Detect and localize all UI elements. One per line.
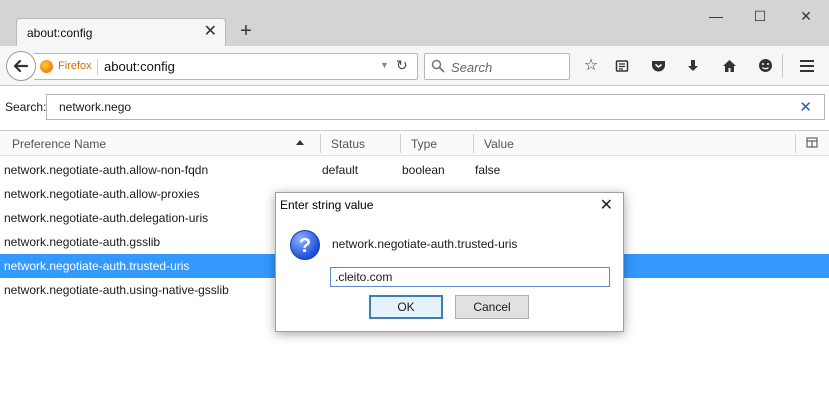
column-splitter[interactable] <box>795 134 796 153</box>
bookmark-star-icon[interactable]: ☆ <box>580 55 602 77</box>
cancel-button[interactable]: Cancel <box>455 295 529 319</box>
search-placeholder: Search <box>451 60 493 75</box>
column-splitter[interactable] <box>320 134 321 153</box>
pref-value: false <box>475 163 501 177</box>
dialog-close-icon[interactable]: ✕ <box>600 195 613 215</box>
tab-strip: about:config ✕ + — ☐ ✕ <box>0 0 829 46</box>
question-icon: ? <box>290 230 320 260</box>
tree-header: Preference Name Status Type Value <box>0 131 829 156</box>
dialog-message: network.negotiate-auth.trusted-uris <box>332 237 518 251</box>
reload-icon[interactable]: ↻ <box>396 57 408 74</box>
pref-status: default <box>322 163 359 177</box>
filter-input[interactable]: network.nego ✕ <box>46 94 825 120</box>
pref-name: network.negotiate-auth.allow-proxies <box>4 187 200 201</box>
string-value-input[interactable]: .cleito.com <box>330 267 610 287</box>
tab-title: about:config <box>27 26 93 40</box>
reading-list-icon[interactable] <box>611 55 633 77</box>
filter-label: Search: <box>5 100 47 114</box>
search-icon <box>431 59 445 73</box>
ok-button[interactable]: OK <box>369 295 443 319</box>
clear-filter-icon[interactable]: ✕ <box>799 98 812 116</box>
pref-name: network.negotiate-auth.delegation-uris <box>4 211 209 225</box>
maximize-button[interactable]: ☐ <box>750 6 770 26</box>
back-arrow-icon <box>13 59 29 73</box>
tab-close-icon[interactable]: ✕ <box>204 23 217 41</box>
table-row[interactable]: network.negotiate-auth.allow-non-fqdn de… <box>0 158 829 182</box>
pref-name: network.negotiate-auth.gsslib <box>4 235 161 249</box>
sort-ascending-icon <box>296 140 304 145</box>
pref-type: boolean <box>402 163 445 177</box>
hamburger-menu-icon[interactable] <box>796 55 818 77</box>
pref-name: network.negotiate-auth.trusted-uris <box>4 259 190 273</box>
window-close-button[interactable]: ✕ <box>796 6 816 26</box>
search-bar[interactable]: Search <box>424 53 570 80</box>
back-button[interactable] <box>6 51 36 81</box>
new-tab-button[interactable]: + <box>236 20 256 42</box>
filter-value[interactable]: network.nego <box>59 100 131 114</box>
column-header-value[interactable]: Value <box>484 137 514 151</box>
home-icon[interactable] <box>718 55 740 77</box>
url-bar[interactable]: Firefox about:config ▼ ↻ <box>34 53 418 80</box>
pocket-icon[interactable] <box>647 55 669 77</box>
url-text[interactable]: about:config <box>104 59 175 74</box>
nav-toolbar: Firefox about:config ▼ ↻ Search ☆ <box>0 46 829 86</box>
column-header-name[interactable]: Preference Name <box>12 137 106 151</box>
toolbar-separator <box>782 54 783 78</box>
hello-icon[interactable] <box>754 55 776 77</box>
download-icon[interactable] <box>682 55 704 77</box>
pref-name: network.negotiate-auth.allow-non-fqdn <box>4 163 209 177</box>
url-separator <box>97 59 98 75</box>
config-filter-row: Search: network.nego ✕ <box>0 86 829 128</box>
dialog-title: Enter string value <box>280 198 374 212</box>
column-header-status[interactable]: Status <box>331 137 365 151</box>
minimize-button[interactable]: — <box>706 6 726 26</box>
column-picker-icon[interactable] <box>806 137 818 149</box>
pref-name: network.negotiate-auth.using-native-gssl… <box>4 283 229 297</box>
url-dropdown-icon[interactable]: ▼ <box>380 60 389 70</box>
column-splitter[interactable] <box>400 134 401 153</box>
tab-about-config[interactable]: about:config ✕ <box>16 18 226 46</box>
firefox-icon <box>40 60 53 73</box>
column-header-type[interactable]: Type <box>411 137 437 151</box>
identity-label[interactable]: Firefox <box>58 60 92 72</box>
column-splitter[interactable] <box>473 134 474 153</box>
enter-string-dialog: Enter string value ✕ ? network.negotiate… <box>275 192 624 332</box>
